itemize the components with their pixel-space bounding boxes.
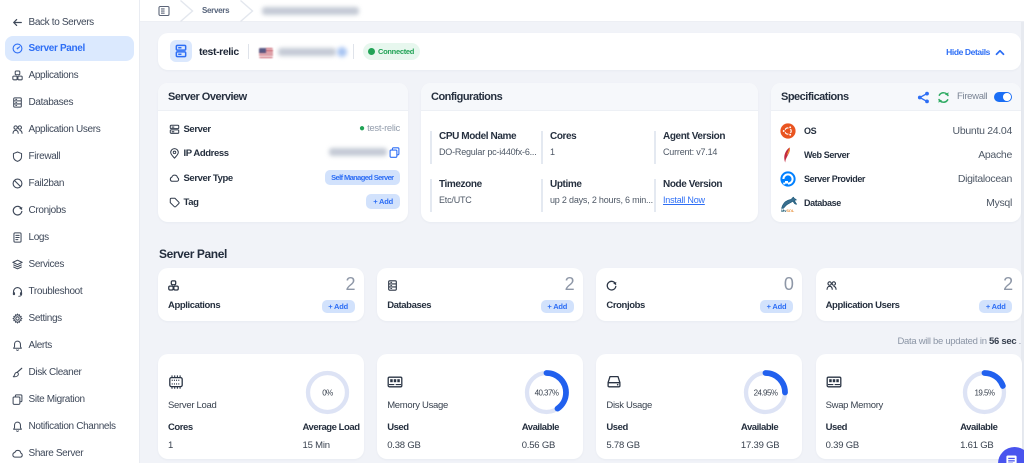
svg-text:SQL: SQL bbox=[786, 209, 795, 212]
svg-text:19.5%: 19.5% bbox=[975, 388, 995, 397]
svg-text:0%: 0% bbox=[322, 388, 333, 397]
svg-text:24.95%: 24.95% bbox=[753, 388, 777, 397]
svg-text:40.37%: 40.37% bbox=[534, 388, 558, 397]
